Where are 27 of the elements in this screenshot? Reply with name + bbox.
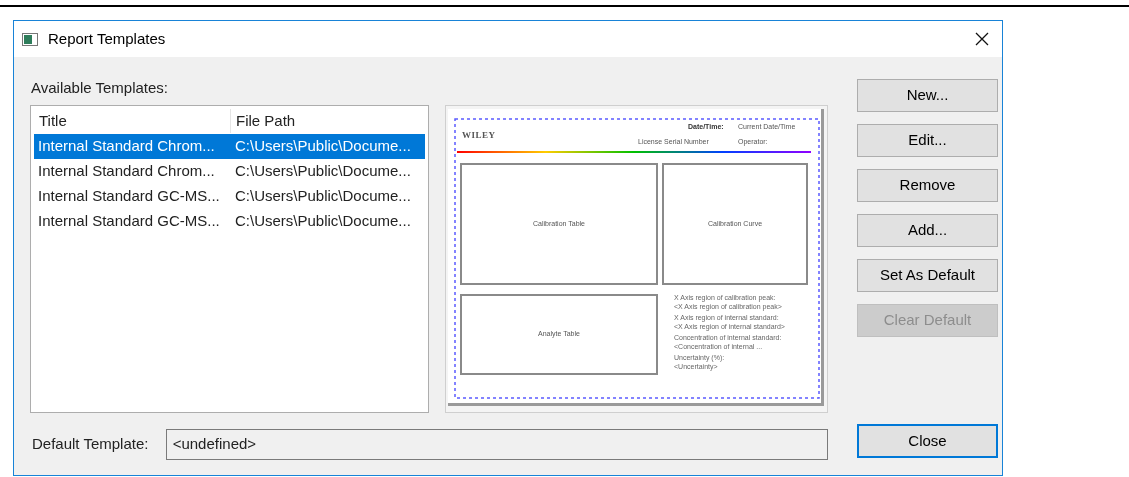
default-template-field[interactable]: <undefined> — [165, 429, 828, 460]
window-icon — [22, 32, 38, 46]
table-cell-text: Internal Standard GC-MS... — [37, 211, 221, 232]
table-cell-text: C:\Users\Public\Docume... — [234, 136, 412, 157]
table-cell-text: Internal Standard Chrom... — [37, 136, 216, 157]
action-button[interactable]: New... — [857, 79, 998, 112]
table-cell-text: Internal Standard Chrom... — [37, 161, 216, 182]
template-row[interactable]: Internal Standard Chrom... C:\Users\Public\Docume... — [34, 159, 425, 184]
report-logo: WILEY — [462, 129, 496, 142]
window-title: Report Templates — [48, 28, 166, 49]
column-header[interactable]: Title — [34, 109, 231, 133]
template-row[interactable]: Internal Standard Chrom... C:\Users\Public\Docume... — [34, 134, 425, 159]
section-label: Available Templates: — [31, 78, 170, 97]
template-row[interactable]: Internal Standard GC-MS... C:\Users\Public\Docume... — [34, 184, 425, 209]
table-cell-text: C:\Users\Public\Docume... — [234, 211, 412, 232]
field-label: Default Template: — [32, 434, 150, 455]
table-cell-text: C:\Users\Public\Docume... — [234, 161, 412, 182]
action-button[interactable]: Set As Default — [857, 259, 998, 292]
template-row[interactable]: Internal Standard GC-MS... C:\Users\Public\Docume... — [34, 209, 425, 234]
action-button[interactable]: Add... — [857, 214, 998, 247]
close-button[interactable]: Close — [857, 424, 998, 458]
action-button[interactable]: Edit... — [857, 124, 998, 157]
table-cell-text: C:\Users\Public\Docume... — [234, 186, 412, 207]
column-header[interactable]: File Path — [231, 109, 425, 133]
close-icon[interactable] — [975, 32, 989, 46]
action-button[interactable]: Remove — [857, 169, 998, 202]
table-cell-text: Internal Standard GC-MS... — [37, 186, 221, 207]
